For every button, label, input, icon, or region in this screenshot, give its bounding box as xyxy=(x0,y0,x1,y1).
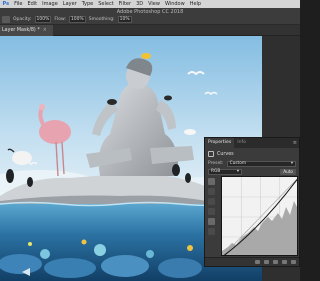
menu-view[interactable]: View xyxy=(146,0,163,8)
menu-type[interactable]: Type xyxy=(79,0,95,8)
tool-options: Opacity: 100% Flow: 100% Smoothing: 10% xyxy=(2,16,132,23)
properties-panel: Properties Info ≡ Curves Preset: Custom ▾… xyxy=(204,137,300,267)
preset-row: Preset: Custom ▾ xyxy=(208,160,296,167)
clip-to-layer-icon[interactable] xyxy=(255,260,260,264)
eyedropper-icon[interactable] xyxy=(208,208,215,215)
reset-icon[interactable] xyxy=(273,260,278,264)
visibility-icon[interactable] xyxy=(282,260,287,264)
channel-row: RGB ▾ Auto xyxy=(208,168,296,175)
smoothing-label: Smoothing: xyxy=(88,17,115,22)
curves-graph-svg xyxy=(222,177,297,255)
menu-help[interactable]: Help xyxy=(187,0,203,8)
options-bar: Adobe Photoshop CC 2018 Opacity: 100% Fl… xyxy=(0,8,300,25)
eyedropper-icon[interactable] xyxy=(208,188,215,195)
panel-menu-icon[interactable]: ≡ xyxy=(293,138,297,148)
seagull xyxy=(164,95,172,101)
menu-edit[interactable]: Edit xyxy=(25,0,40,8)
document-tab[interactable]: Layer Mask/8) * × xyxy=(0,25,53,36)
menu-3d[interactable]: 3D xyxy=(134,0,146,8)
smooth-icon[interactable] xyxy=(208,218,215,225)
yellow-bird xyxy=(141,53,151,59)
curve-tools xyxy=(208,178,217,235)
close-icon[interactable]: × xyxy=(43,28,47,33)
curves-graph[interactable] xyxy=(221,176,298,256)
document-tab-label: Layer Mask/8) * xyxy=(2,28,40,33)
tab-properties[interactable]: Properties xyxy=(205,138,235,148)
menu-filter[interactable]: Filter xyxy=(116,0,133,8)
flow-input[interactable]: 100% xyxy=(68,16,86,23)
panel-footer xyxy=(205,257,299,266)
seagull xyxy=(107,99,117,105)
menu-layer[interactable]: Layer xyxy=(60,0,79,8)
curves-adjustment-icon xyxy=(208,151,214,157)
opacity-label: Opacity: xyxy=(13,17,32,22)
adjustment-header: Curves xyxy=(208,151,234,157)
pointer-tool-icon[interactable] xyxy=(208,178,215,185)
pencil-icon[interactable] xyxy=(208,228,215,235)
auto-button[interactable]: Auto xyxy=(280,168,296,175)
menu-image[interactable]: Image xyxy=(40,0,61,8)
brush-tool-icon[interactable] xyxy=(2,16,10,23)
channel-value: RGB xyxy=(211,168,221,174)
adjustment-label: Curves xyxy=(217,151,234,157)
penguin xyxy=(6,169,14,183)
channel-select[interactable]: RGB ▾ xyxy=(208,168,242,175)
menu-ps[interactable]: Ps xyxy=(0,0,12,8)
penguin xyxy=(27,177,33,187)
penguin xyxy=(172,164,180,176)
app-title: Adobe Photoshop CC 2018 xyxy=(116,9,184,15)
eyedropper-icon[interactable] xyxy=(208,198,215,205)
menu-window[interactable]: Window xyxy=(162,0,187,8)
penguin xyxy=(185,173,191,183)
opacity-input[interactable]: 100% xyxy=(34,16,52,23)
view-previous-icon[interactable] xyxy=(264,260,269,264)
menu-select[interactable]: Select xyxy=(96,0,116,8)
chevron-down-icon: ▾ xyxy=(236,168,239,174)
trash-icon[interactable] xyxy=(291,260,296,264)
properties-tabs: Properties Info ≡ xyxy=(205,138,299,148)
menu-bar: Ps File Edit Image Layer Type Select Fil… xyxy=(0,0,300,8)
document-tab-bar: Layer Mask/8) * × xyxy=(0,25,300,36)
preset-select[interactable]: Custom ▾ xyxy=(226,160,296,167)
preset-value: Custom xyxy=(229,160,247,166)
tab-info[interactable]: Info xyxy=(234,138,249,148)
menu-file[interactable]: File xyxy=(12,0,25,8)
smoothing-input[interactable]: 10% xyxy=(117,16,132,23)
flow-label: Flow: xyxy=(54,17,66,22)
preset-label: Preset: xyxy=(208,161,224,166)
chevron-down-icon: ▾ xyxy=(290,160,293,166)
seagull xyxy=(184,129,196,135)
